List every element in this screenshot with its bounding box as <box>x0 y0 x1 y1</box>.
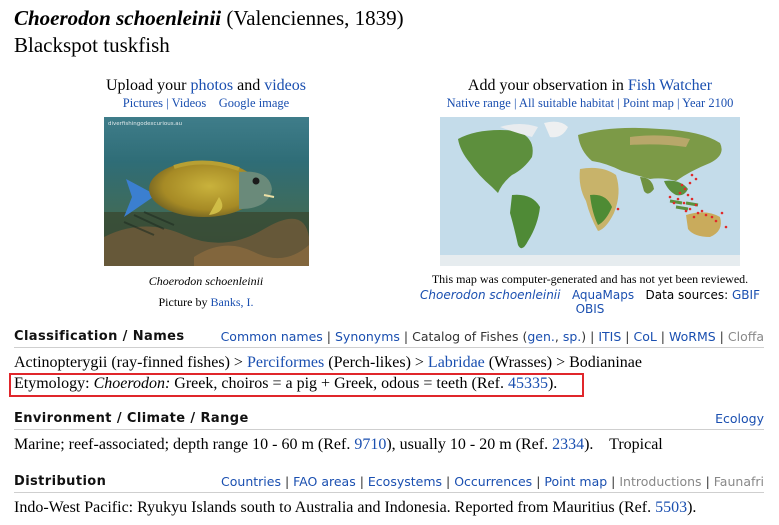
fish-photo-image: diverfishingodexcurious.au <box>103 121 309 266</box>
fao-areas-link[interactable]: FAO areas <box>293 474 356 489</box>
ref-45335-link[interactable]: 45335 <box>508 375 548 392</box>
perciformes-link[interactable]: Perciformes <box>247 354 324 371</box>
labridae-link[interactable]: Labridae <box>428 354 485 371</box>
ref-5503-link[interactable]: 5503 <box>655 499 687 516</box>
fish-watcher-link[interactable]: Fish Watcher <box>628 77 712 94</box>
world-map-image <box>440 117 740 266</box>
videos-sub-link[interactable]: Videos <box>172 96 207 110</box>
google-image-link[interactable]: Google image <box>219 96 289 110</box>
catalog-gen-link[interactable]: gen. <box>527 329 555 344</box>
catalog-sp-link[interactable]: sp. <box>563 329 581 344</box>
col-link[interactable]: CoL <box>633 329 656 344</box>
obis-link[interactable]: OBIS <box>576 302 605 316</box>
synonyms-link[interactable]: Synonyms <box>335 329 400 344</box>
countries-link[interactable]: Countries <box>221 474 281 489</box>
photographer-link[interactable]: Banks, I. <box>211 295 254 309</box>
ecology-link[interactable]: Ecology <box>715 411 764 426</box>
common-names-link[interactable]: Common names <box>221 329 323 344</box>
photos-link[interactable]: photos <box>190 77 233 94</box>
photo-caption: Choerodon schoenleinii <box>148 274 264 288</box>
point-map-link[interactable]: Point map <box>623 96 674 110</box>
photo-sublinks: Pictures | Videos Google image <box>122 96 290 110</box>
cloffa-link[interactable]: Cloffa <box>728 329 764 344</box>
species-map-link[interactable]: Choerodon schoenleinii <box>420 288 560 302</box>
distribution-heading: Distribution Countries | FAO areas | Eco… <box>14 474 764 493</box>
distribution-map[interactable] <box>440 117 740 266</box>
pictures-link[interactable]: Pictures <box>123 96 163 110</box>
classification-links: Common names | Synonyms | Catalog of Fis… <box>220 329 764 344</box>
map-note: This map was computer-generated and has … <box>431 272 749 286</box>
environment-heading: Environment / Climate / Range Ecology <box>14 411 764 430</box>
scientific-name: Choerodon schoenleinii <box>14 6 222 30</box>
ref-9710-link[interactable]: 9710 <box>354 436 386 453</box>
etymology-line: Etymology: Choerodon: Greek, choiros = a… <box>14 375 558 392</box>
distribution-line: Indo-West Pacific: Ryukyu Islands south … <box>14 499 697 516</box>
ref-2334-link[interactable]: 2334 <box>552 436 584 453</box>
aquamaps-link[interactable]: AquaMaps <box>572 288 634 302</box>
map-sources: Choerodon schoenleinii AquaMaps Data sou… <box>420 288 760 316</box>
distribution-links: Countries | FAO areas | Ecosystems | Occ… <box>221 474 764 489</box>
classification-heading: Classification / Names Common names | Sy… <box>14 329 764 348</box>
native-range-link[interactable]: Native range <box>447 96 511 110</box>
itis-link[interactable]: ITIS <box>598 329 621 344</box>
introductions-link[interactable]: Introductions <box>619 474 701 489</box>
environment-line: Marine; reef-associated; depth range 10 … <box>14 436 663 453</box>
add-observation-line: Add your observation in Fish Watcher <box>467 77 713 94</box>
gbif-link[interactable]: GBIF <box>732 288 760 302</box>
fish-photo[interactable]: diverfishingodexcurious.au <box>103 117 309 266</box>
photo-watermark: diverfishingodexcurious.au <box>108 121 182 127</box>
ecosystems-link[interactable]: Ecosystems <box>368 474 442 489</box>
species-author: (Valenciennes, 1839) <box>226 6 404 30</box>
upload-line: Upload your photos and videos <box>106 77 306 94</box>
map-links: Native range | All suitable habitat | Po… <box>446 96 734 110</box>
worms-link[interactable]: WoRMS <box>669 329 716 344</box>
occurrences-link[interactable]: Occurrences <box>454 474 532 489</box>
map-panel: Add your observation in Fish Watcher Nat… <box>420 77 760 316</box>
year-2100-link[interactable]: Year 2100 <box>682 96 733 110</box>
distribution-point-map-link[interactable]: Point map <box>544 474 607 489</box>
videos-link[interactable]: videos <box>264 77 306 94</box>
faunafri-link[interactable]: Faunafri <box>714 474 764 489</box>
common-name: Blackspot tuskfish <box>14 33 170 57</box>
photo-panel: Upload your photos and videos Pictures |… <box>82 77 330 310</box>
species-title: Choerodon schoenleinii (Valenciennes, 18… <box>14 6 404 31</box>
lineage-line: Actinopterygii (ray-finned fishes) > Per… <box>14 354 642 371</box>
photo-credit: Picture by Banks, I. <box>158 295 254 309</box>
suitable-habitat-link[interactable]: All suitable habitat <box>519 96 614 110</box>
etymology-genus: Choerodon: <box>93 375 171 392</box>
